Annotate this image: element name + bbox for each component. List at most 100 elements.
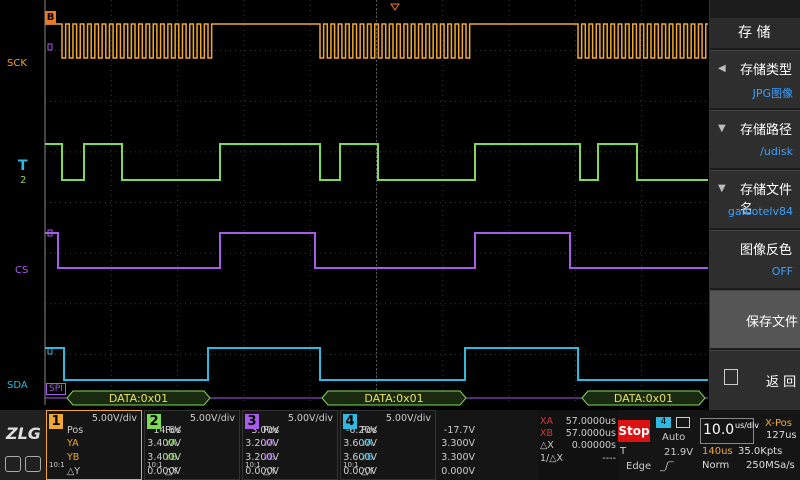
status-bar: ZLG 1 5.00V/div Pos 14.6V YA 3.400V YB 3.400V △Y… bbox=[0, 410, 800, 480]
probe-ratio: 10:1 bbox=[49, 461, 65, 469]
decode-label: SPI bbox=[46, 383, 66, 395]
channel-number-badge: 3 bbox=[245, 414, 259, 429]
pos-label: Pos bbox=[361, 425, 378, 436]
dx-value: 0.00000s bbox=[571, 440, 616, 451]
waveform-display[interactable]: DATA:0x01 DATA:0x01 DATA:0x01 SCK T 2 CS S… bbox=[0, 0, 709, 410]
sample-rate: 250MSa/s bbox=[746, 460, 795, 471]
memory-points: 35.0Kpts bbox=[738, 446, 783, 457]
xb-label: XB bbox=[540, 428, 554, 439]
decode-packet-label: DATA:0x01 bbox=[364, 392, 423, 405]
ch1-label: SCK bbox=[7, 58, 27, 69]
ch3-label: CS bbox=[15, 265, 29, 276]
memory-icon bbox=[676, 417, 690, 428]
trigger-type[interactable]: Edge bbox=[626, 461, 651, 472]
inv-dx-value: ---- bbox=[602, 453, 616, 464]
cursor-readout: XA 57.0000us XB 57.0000us △X 0.00000s 1/… bbox=[538, 410, 618, 480]
trigger-position-marker bbox=[390, 3, 400, 11]
probe-ratio: 10:1 bbox=[147, 461, 163, 469]
volts-per-div: 5.00V/div bbox=[287, 413, 333, 424]
timebase-value: 10.0 bbox=[703, 422, 735, 438]
ya-label: YA bbox=[263, 438, 275, 449]
trigger-level[interactable]: 21.9V bbox=[664, 447, 693, 458]
timebase-box[interactable]: 10.0 us/div bbox=[700, 418, 759, 444]
menu-item-value: OFF bbox=[771, 265, 793, 278]
menu-item-save-path[interactable]: ▼ 存储路径 /udisk bbox=[710, 110, 800, 168]
ch4-label: SDA bbox=[7, 380, 28, 391]
dy-label: △Y bbox=[67, 466, 81, 477]
yb-label: YB bbox=[67, 452, 80, 463]
volts-per-div: 5.00V/div bbox=[385, 413, 431, 424]
probe-ratio: 10:1 bbox=[343, 461, 359, 469]
dy-label: △Y bbox=[165, 466, 179, 477]
memory-depth-time: 140us bbox=[702, 446, 733, 457]
menu-item-label: 存储类型 bbox=[740, 63, 793, 78]
menu-item-value: JPG图像 bbox=[752, 87, 793, 100]
ground-marker bbox=[47, 43, 53, 51]
yb-label: YB bbox=[361, 452, 374, 463]
search-icon[interactable] bbox=[5, 456, 21, 472]
dx-label: △X bbox=[540, 440, 554, 451]
channel-number-badge: 2 bbox=[147, 414, 161, 429]
channel-4-panel[interactable]: 4 5.00V/div Pos -17.7V YA 3.300V YB 3.300V △Y 0.0… bbox=[340, 410, 475, 480]
logo-area: ZLG bbox=[0, 410, 46, 480]
menu-item-label: 存储路径 bbox=[740, 123, 793, 138]
xpos-label: X-Pos bbox=[765, 418, 792, 429]
trigger-t-label: T bbox=[620, 446, 627, 457]
waveform-canvas: DATA:0x01 DATA:0x01 DATA:0x01 bbox=[44, 0, 708, 406]
xa-label: XA bbox=[540, 416, 554, 427]
decode-packet-label: DATA:0x01 bbox=[109, 392, 168, 405]
xb-value: 57.0000us bbox=[565, 428, 616, 439]
dy-label: △Y bbox=[263, 466, 277, 477]
yb-label: YB bbox=[263, 452, 276, 463]
menu-item-value: gaibotelv84 bbox=[727, 205, 793, 218]
volts-per-div: 5.00V/div bbox=[91, 413, 137, 424]
xpos-value[interactable]: 127us bbox=[766, 430, 797, 441]
inv-dx-label: 1/△X bbox=[540, 453, 564, 464]
pos-label: Pos bbox=[263, 425, 280, 436]
trigger-mode[interactable]: Auto bbox=[662, 432, 685, 443]
ch2-label: 2 bbox=[20, 175, 27, 186]
menu-item-save-file[interactable]: 保存文件 bbox=[710, 290, 800, 348]
channel-number-badge: 1 bbox=[49, 414, 63, 429]
chevron-down-icon: ▼ bbox=[718, 123, 726, 134]
volts-per-div: 5.00V/div bbox=[189, 413, 235, 424]
return-icon bbox=[724, 369, 738, 385]
ya-label: YA bbox=[67, 438, 79, 449]
xa-value: 57.0000us bbox=[565, 416, 616, 427]
timebase-unit: us/div bbox=[735, 421, 759, 430]
acquire-mode[interactable]: Norm bbox=[702, 460, 729, 471]
trigger-marker: B bbox=[45, 11, 56, 24]
dy-label: △Y bbox=[361, 466, 375, 477]
ya-label: YA bbox=[165, 438, 177, 449]
pos-label: Pos bbox=[67, 425, 84, 436]
zlg-logo: ZLG bbox=[6, 424, 41, 443]
menu-item-file-name[interactable]: ▼ 存储文件名 gaibotelv84 bbox=[710, 170, 800, 228]
probe-ratio: 10:1 bbox=[245, 461, 261, 469]
channel-1-panel[interactable]: 1 5.00V/div Pos 14.6V YA 3.400V YB 3.400V △Y 0.00… bbox=[46, 410, 181, 480]
pos-label: Pos bbox=[165, 425, 182, 436]
menu-item-label: 保存文件 bbox=[746, 315, 799, 330]
dy-value: 0.000V bbox=[441, 466, 475, 477]
menu-item-label: 返 回 bbox=[766, 375, 797, 390]
channel-2-panel[interactable]: 2 5.00V/div Pos 3.00V YA 3.200V YB 3.200V △Y 0.00… bbox=[144, 410, 279, 480]
yb-value: 3.300V bbox=[441, 452, 475, 463]
menu-item-value: /udisk bbox=[760, 145, 793, 158]
run-stop-button[interactable]: Stop bbox=[618, 420, 650, 442]
save-menu: 存 储 ◀ 存储类型 JPG图像 ▼ 存储路径 /udisk ▼ 存储文件名 g… bbox=[709, 0, 800, 410]
ya-label: YA bbox=[361, 438, 373, 449]
chevron-down-icon: ▼ bbox=[718, 183, 726, 194]
trigger-source-badge[interactable]: 4 bbox=[656, 417, 671, 428]
menu-item-invert[interactable]: 图像反色 OFF bbox=[710, 230, 800, 288]
image-icon[interactable] bbox=[25, 456, 41, 472]
menu-item-save-type[interactable]: ◀ 存储类型 JPG图像 bbox=[710, 50, 800, 108]
menu-item-label: 图像反色 bbox=[740, 243, 793, 258]
menu-title: 存 储 bbox=[710, 18, 800, 48]
pos-value: -17.7V bbox=[443, 425, 475, 436]
channel-number-badge: 4 bbox=[343, 414, 357, 429]
chevron-left-icon: ◀ bbox=[718, 63, 726, 74]
menu-item-return[interactable]: 返 回 bbox=[710, 350, 800, 410]
yb-label: YB bbox=[165, 452, 178, 463]
channel-3-panel[interactable]: 3 5.00V/div Pos -6.20V YA 3.600V YB 3.600V △Y 0.0… bbox=[242, 410, 377, 480]
ya-value: 3.300V bbox=[441, 438, 475, 449]
trigger-level-label: T bbox=[18, 158, 28, 174]
